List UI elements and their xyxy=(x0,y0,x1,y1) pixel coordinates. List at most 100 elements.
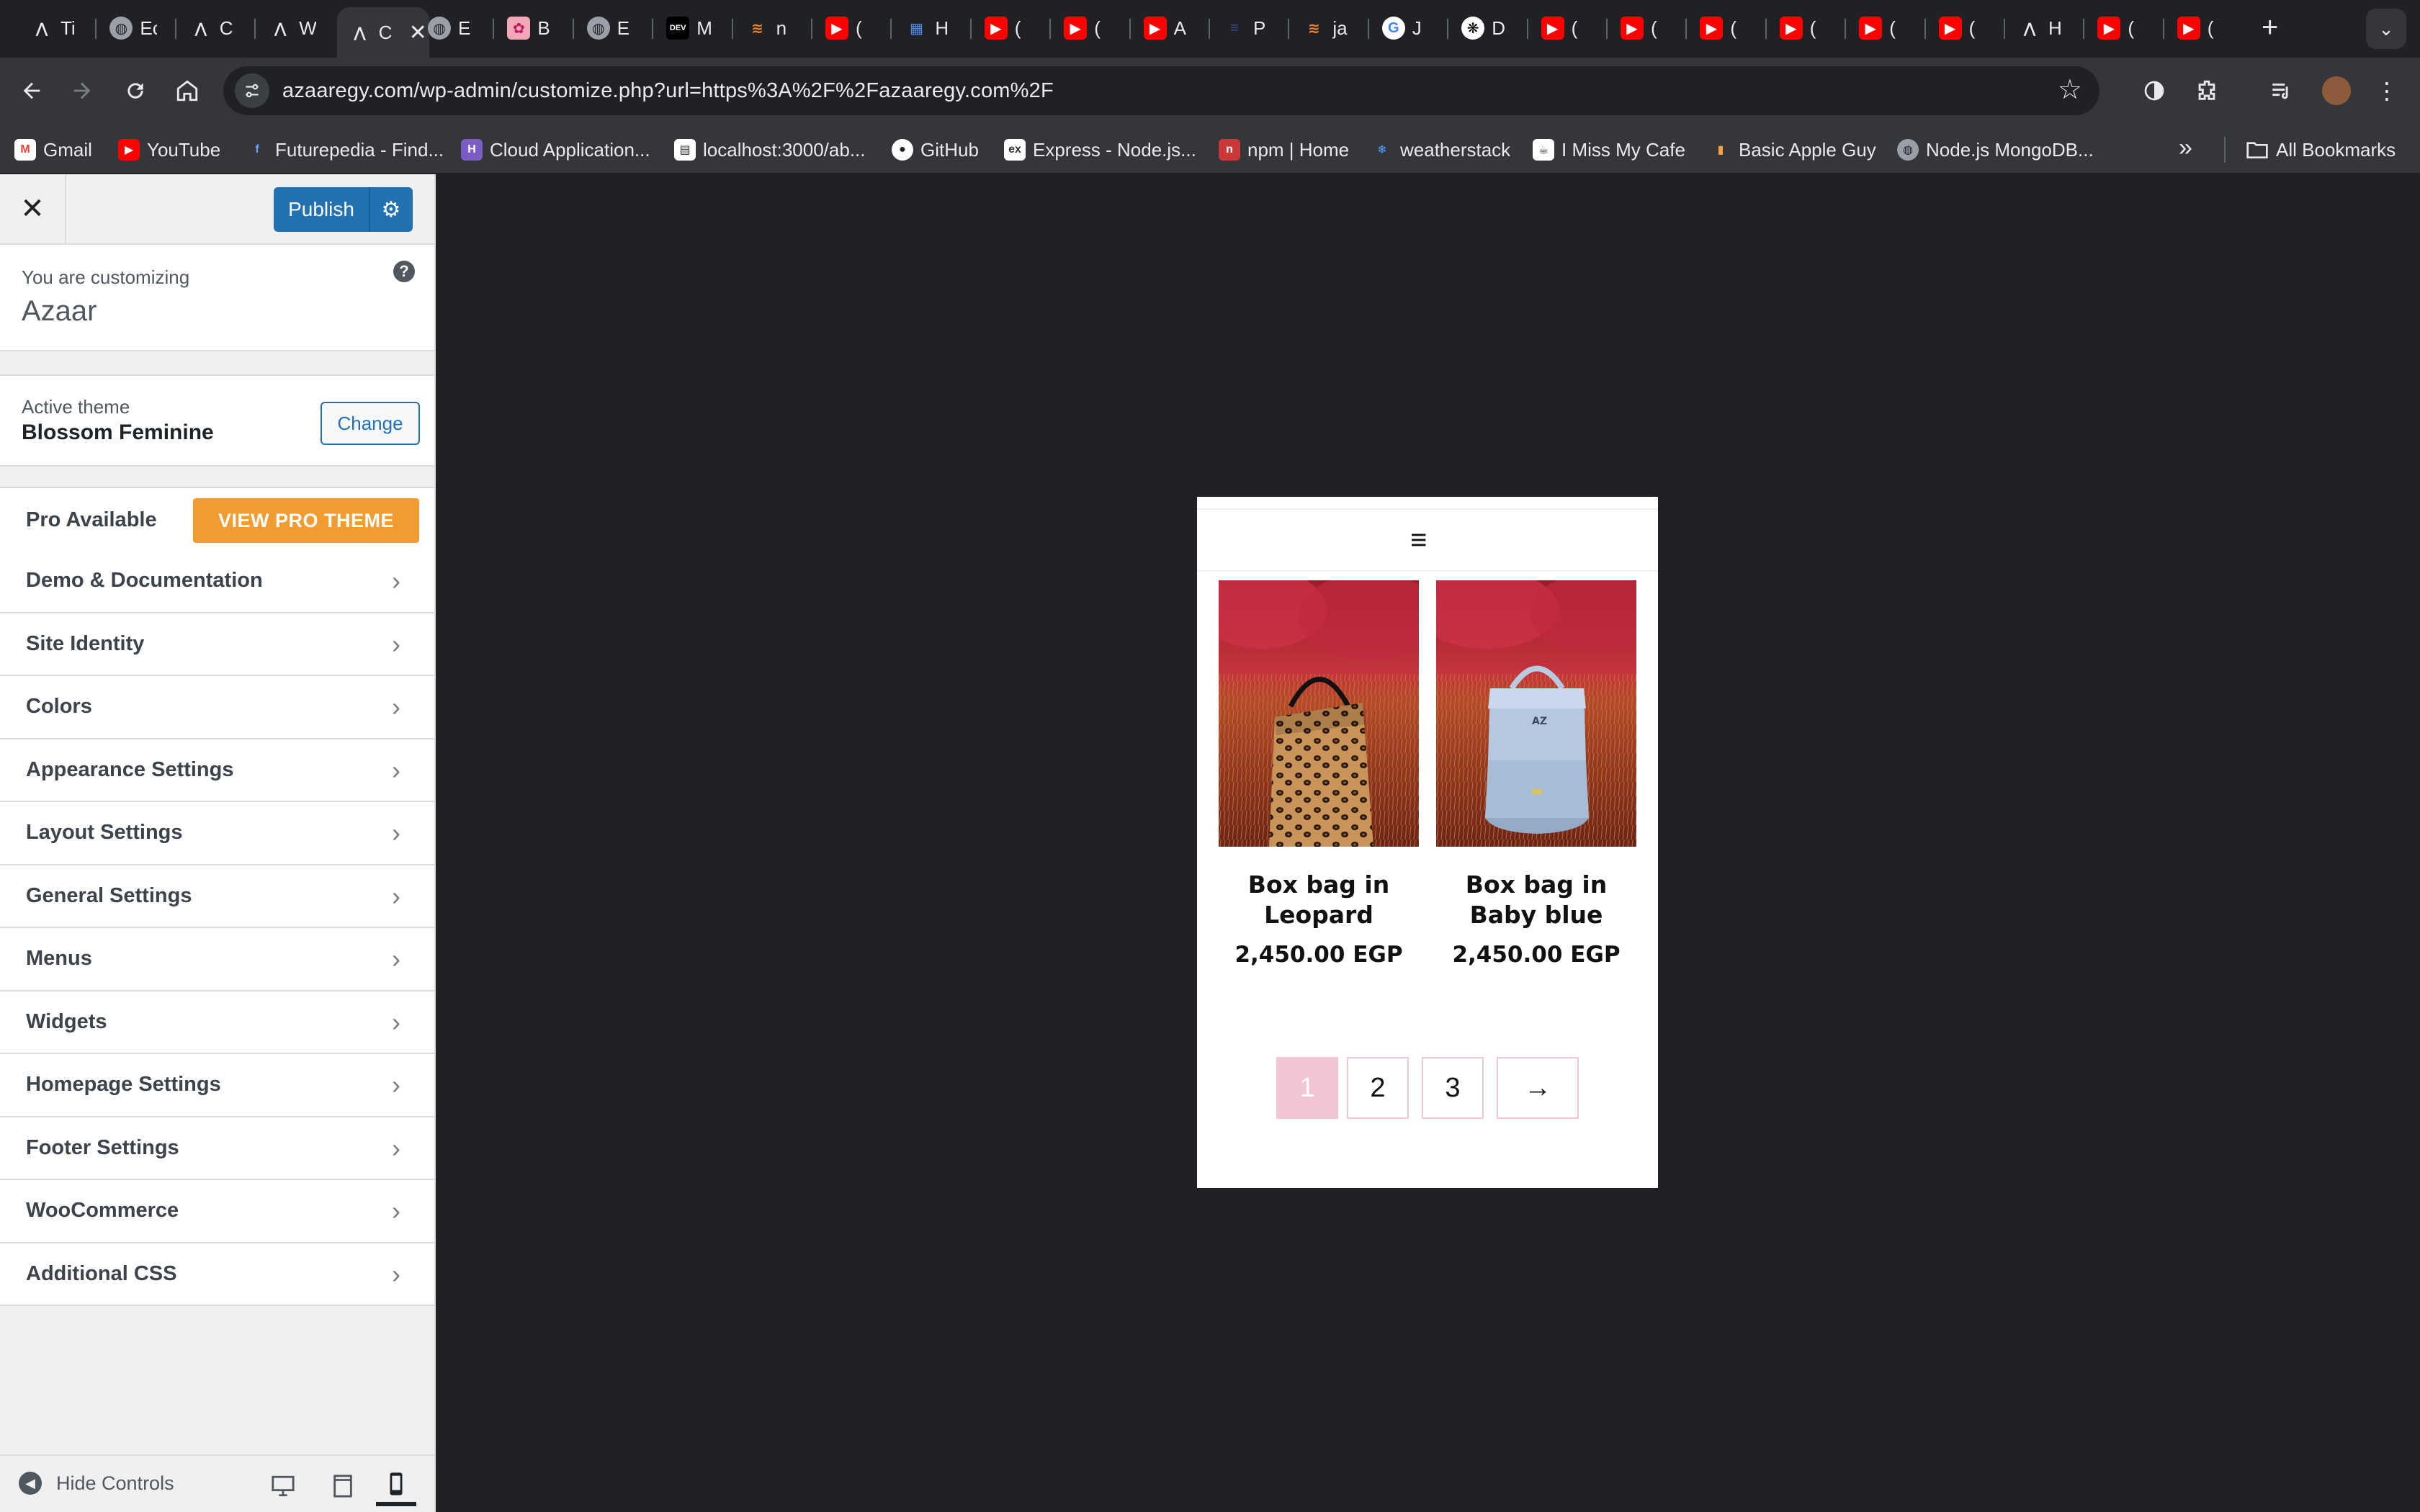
publish-settings-gear-icon[interactable]: ⚙ xyxy=(369,187,412,232)
browser-tab[interactable]: DEV M xyxy=(655,7,727,49)
bookmark-item[interactable]: ▮ Basic Apple Guy xyxy=(1710,135,1876,164)
reload-button[interactable] xyxy=(115,71,156,111)
section-woocommerce[interactable]: WooCommerce › xyxy=(0,1180,434,1243)
section-footer-settings[interactable]: Footer Settings › xyxy=(0,1117,434,1180)
hamburger-menu-icon[interactable]: ≡ xyxy=(1410,524,1427,557)
product-card[interactable]: AZ Box bag in Baby blue 2,450.00 EGP xyxy=(1436,580,1636,968)
browser-tab[interactable]: ⋀ C ✕ xyxy=(336,7,429,58)
section-layout-settings[interactable]: Layout Settings › xyxy=(0,802,434,865)
browser-tab[interactable]: ≋ n xyxy=(735,7,807,49)
youtube-icon: ▶ xyxy=(825,17,848,40)
tab-title: ( xyxy=(1094,17,1101,39)
browser-tab[interactable]: ▶( xyxy=(1768,7,1840,49)
bookmark-item[interactable]: ▤ localhost:3000/ab... xyxy=(674,135,866,164)
publish-button[interactable]: Publish ⚙ xyxy=(274,187,413,232)
product-card[interactable]: Box bag in Leopard 2,450.00 EGP xyxy=(1219,580,1419,968)
section-colors[interactable]: Colors › xyxy=(0,676,434,739)
pagination-next-button[interactable]: → xyxy=(1497,1057,1579,1119)
product-image-leopard-bag[interactable] xyxy=(1219,580,1419,847)
extensions-puzzle-icon[interactable] xyxy=(2187,71,2227,111)
profile-avatar[interactable] xyxy=(2316,71,2357,111)
bookmark-item[interactable]: M Gmail xyxy=(14,135,92,164)
section-additional-css[interactable]: Additional CSS › xyxy=(0,1243,434,1306)
section-homepage-settings[interactable]: Homepage Settings › xyxy=(0,1054,434,1117)
tab-separator xyxy=(1367,19,1369,39)
bookmark-item[interactable]: ▶ YouTube xyxy=(118,135,220,164)
section-widgets[interactable]: Widgets › xyxy=(0,991,434,1054)
browser-tab[interactable]: ◍ E xyxy=(575,7,647,49)
back-button[interactable] xyxy=(12,71,52,111)
browser-menu-icon[interactable]: ⋮ xyxy=(2367,71,2407,111)
browser-tab[interactable]: ▶( xyxy=(973,7,1045,49)
view-pro-theme-button[interactable]: VIEW PRO THEME xyxy=(193,498,419,543)
browser-tab[interactable]: ≋ ja xyxy=(1291,7,1363,49)
tablet-preview-button[interactable] xyxy=(323,1466,363,1506)
browser-tab[interactable]: ✿ B xyxy=(496,7,568,49)
browser-tab[interactable]: ◍ Ec xyxy=(98,7,170,49)
browser-tab[interactable]: ▶( xyxy=(1052,7,1124,49)
new-tab-button[interactable]: + xyxy=(2262,13,2278,42)
bookmark-item[interactable]: H Cloud Application... xyxy=(461,135,650,164)
bookmark-item[interactable]: ex Express - Node.js... xyxy=(1004,135,1196,164)
browser-tab[interactable]: ▶( xyxy=(2086,7,2158,49)
url-text[interactable]: azaaregy.com/wp-admin/customize.php?url=… xyxy=(282,79,1054,103)
section-appearance-settings[interactable]: Appearance Settings › xyxy=(0,739,434,802)
browser-tab[interactable]: ▦ H xyxy=(893,7,965,49)
bookmark-label: Express - Node.js... xyxy=(1033,138,1196,161)
bookmark-star-icon[interactable]: ☆ xyxy=(2058,73,2082,106)
product-name[interactable]: Box bag in Leopard xyxy=(1219,870,1419,930)
bookmark-item[interactable]: ☕ I Miss My Cafe xyxy=(1533,135,1685,164)
all-bookmarks-folder[interactable]: All Bookmarks xyxy=(2246,135,2396,164)
browser-tab[interactable]: ⋀ W xyxy=(257,7,329,49)
pagination-page-2[interactable]: 2 xyxy=(1347,1057,1409,1119)
tab-search-button[interactable]: ⌄ xyxy=(2366,9,2406,49)
home-button[interactable] xyxy=(167,71,207,111)
bookmark-item[interactable]: f Futurepedia - Find... xyxy=(246,135,444,164)
browser-tab[interactable]: ▶( xyxy=(814,7,886,49)
browser-tab[interactable]: ◍ E xyxy=(416,7,488,49)
browser-tab[interactable]: ▶( xyxy=(1927,7,1999,49)
bookmark-item[interactable]: ❄ weatherstack xyxy=(1371,135,1510,164)
browser-tab[interactable]: ▶( xyxy=(1847,7,1919,49)
hide-controls-button[interactable]: ◀ Hide Controls xyxy=(19,1472,174,1495)
site-settings-icon[interactable] xyxy=(235,73,269,108)
browser-tab[interactable]: ▶( xyxy=(1688,7,1760,49)
browser-tab[interactable]: ≡ P xyxy=(1211,7,1283,49)
section-label: WooCommerce xyxy=(26,1199,179,1222)
browser-tab[interactable]: ▶( xyxy=(1530,7,1602,49)
bookmark-item[interactable]: n npm | Home xyxy=(1219,135,1349,164)
browser-tab[interactable]: ❋ D xyxy=(1450,7,1522,49)
section-menus[interactable]: Menus › xyxy=(0,928,434,991)
browser-tab[interactable]: ⋀ H xyxy=(2007,7,2079,49)
browser-tab[interactable]: ⋀ C xyxy=(178,7,250,49)
help-icon[interactable]: ? xyxy=(393,261,415,282)
extension-circle-icon[interactable] xyxy=(2134,71,2174,111)
browser-tab[interactable]: ⋀ Ti xyxy=(19,7,91,49)
section-general-settings[interactable]: General Settings › xyxy=(0,865,434,928)
product-image-baby-blue-bag[interactable]: AZ xyxy=(1436,580,1636,847)
browser-tab[interactable]: ▶ A xyxy=(1132,7,1204,49)
browser-tab[interactable]: GJ xyxy=(1371,7,1443,49)
bookmark-item[interactable]: ◍ Node.js MongoDB... xyxy=(1897,135,2094,164)
address-bar[interactable]: azaaregy.com/wp-admin/customize.php?url=… xyxy=(223,66,2099,115)
pagination-page-3[interactable]: 3 xyxy=(1422,1057,1484,1119)
tab-title: ( xyxy=(1889,17,1896,39)
tab-separator xyxy=(1924,19,1926,39)
mobile-preview-button[interactable] xyxy=(376,1466,416,1506)
product-name[interactable]: Box bag in Baby blue xyxy=(1436,870,1636,930)
section-demo-documentation[interactable]: Demo & Documentation › xyxy=(0,550,434,613)
close-customizer-button[interactable]: ✕ xyxy=(0,174,66,243)
section-site-identity[interactable]: Site Identity › xyxy=(0,613,434,676)
chevron-right-icon: › xyxy=(392,1259,400,1289)
collapse-left-icon: ◀ xyxy=(19,1472,42,1495)
chevron-right-icon: › xyxy=(392,881,400,911)
change-theme-button[interactable]: Change xyxy=(321,402,420,445)
pagination-page-1[interactable]: 1 xyxy=(1276,1057,1338,1119)
bookmark-item[interactable]: ● GitHub xyxy=(892,135,979,164)
browser-tab[interactable]: ▶( xyxy=(1609,7,1681,49)
desktop-preview-button[interactable] xyxy=(263,1466,303,1506)
more-bookmarks-icon[interactable]: » xyxy=(2179,134,2192,162)
forward-button[interactable] xyxy=(62,71,102,111)
browser-tab[interactable]: ▶( xyxy=(2166,7,2238,49)
media-control-icon[interactable] xyxy=(2262,71,2302,111)
